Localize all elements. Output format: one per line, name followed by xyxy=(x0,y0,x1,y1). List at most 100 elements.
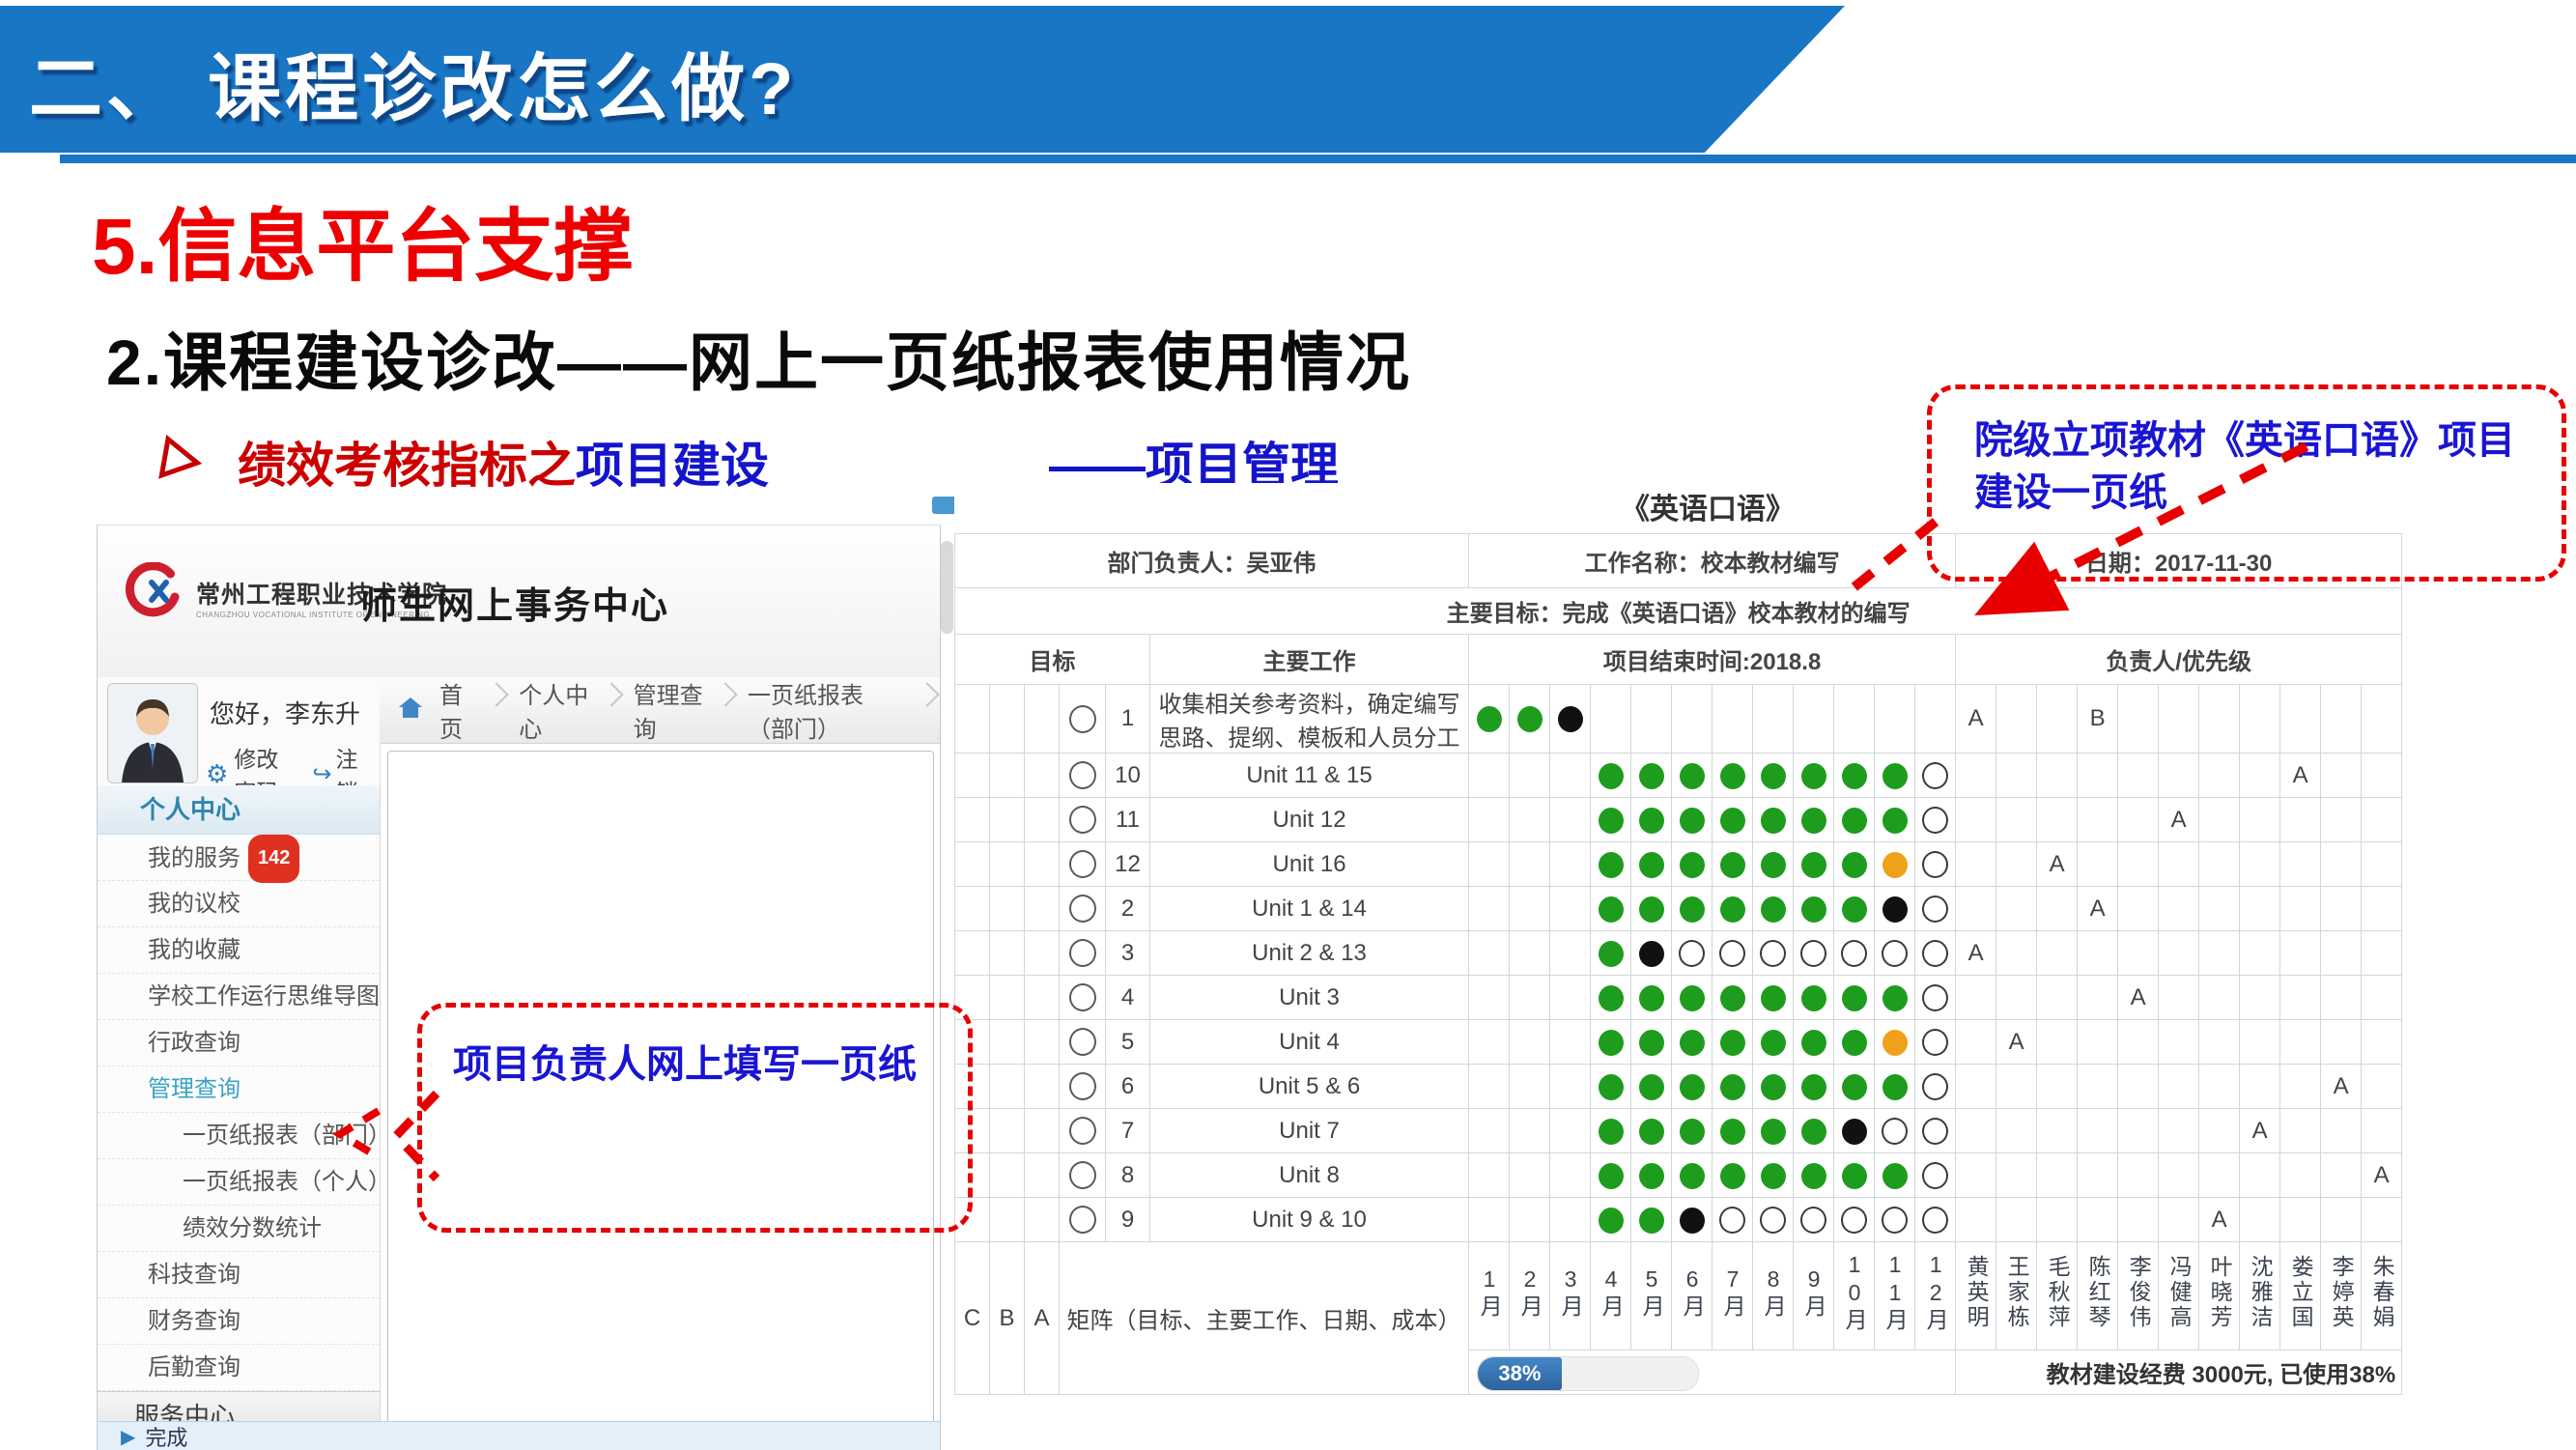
owner-cell-empty xyxy=(2321,685,2362,753)
target-circle-icon xyxy=(1069,705,1096,733)
progress-cell: 38% xyxy=(1469,1350,1956,1395)
dot-done-icon xyxy=(1753,1109,1794,1153)
month-cell xyxy=(1510,1198,1550,1242)
breadcrumb-item-3[interactable]: 一页纸报表（部门） xyxy=(738,676,919,744)
month-label: 6月 xyxy=(1672,1242,1713,1350)
sidebar-item-9[interactable]: 绩效分数统计 xyxy=(98,1206,380,1252)
dot-done-icon xyxy=(1591,887,1631,931)
owner-cell-empty xyxy=(2118,1020,2159,1065)
month-cell xyxy=(1469,1020,1510,1065)
dot-done-icon xyxy=(1591,1020,1631,1065)
month-label: 4月 xyxy=(1591,1242,1631,1350)
progress-fill: 38% xyxy=(1478,1357,1562,1390)
month-cell xyxy=(1469,887,1510,931)
owner-cell-empty xyxy=(2159,1198,2199,1242)
owner-cell-empty xyxy=(1956,976,1996,1020)
month-cell xyxy=(1550,1065,1591,1109)
report-title: 《英语口语》 xyxy=(1621,485,1795,527)
breadcrumb-item-2[interactable]: 管理查询 xyxy=(624,676,717,744)
dot-done-icon xyxy=(1672,1109,1713,1153)
person-name: 毛秋萍 xyxy=(2037,1242,2078,1350)
breadcrumb-item-1[interactable]: 个人中心 xyxy=(509,676,602,744)
target-b xyxy=(990,798,1025,842)
sidebar-item-7[interactable]: 一页纸报表（部门） xyxy=(98,1113,380,1159)
owner-cell-empty xyxy=(2078,753,2118,798)
target-circle-icon xyxy=(1069,1206,1096,1234)
sidebar-item-8[interactable]: 一页纸报表（个人） xyxy=(98,1159,380,1206)
dot-done-icon xyxy=(1591,798,1631,842)
owner-cell-empty xyxy=(2199,1109,2240,1153)
owner-cell-empty xyxy=(2321,1109,2362,1153)
dot-open-icon xyxy=(1753,931,1794,976)
month-label: 7月 xyxy=(1713,1242,1753,1350)
target-circle-icon xyxy=(1069,806,1096,834)
owner-cell-empty xyxy=(2159,1109,2199,1153)
owner-cell-empty xyxy=(2037,1020,2078,1065)
month-cell xyxy=(1834,685,1875,753)
slide-section-title: 二、 课程诊改怎么做? xyxy=(29,29,798,135)
owner-cell: 部门负责人：吴亚伟 xyxy=(955,534,1469,588)
dot-open-icon xyxy=(1915,1109,1956,1153)
month-cell xyxy=(1469,753,1510,798)
sidebar-item-1[interactable]: 我的服务142 xyxy=(98,835,380,881)
sidebar-item-4[interactable]: 学校工作运行思维导图 xyxy=(98,974,380,1020)
month-cell xyxy=(1469,931,1510,976)
target-circle-cell xyxy=(1060,887,1106,931)
sidebar-item-2[interactable]: 我的议校 xyxy=(98,881,380,927)
person-name: 朱春娟 xyxy=(2362,1242,2402,1350)
owner-cell-empty xyxy=(2280,685,2321,753)
target-circle-icon xyxy=(1069,1028,1096,1056)
owner-cell-empty xyxy=(2199,842,2240,887)
owner-cell-empty xyxy=(2118,931,2159,976)
dot-done-icon xyxy=(1794,753,1834,798)
sidebar-item-10[interactable]: 科技查询 xyxy=(98,1252,380,1298)
owner-cell-empty xyxy=(2199,798,2240,842)
month-label: 9月 xyxy=(1794,1242,1834,1350)
target-circle-cell xyxy=(1060,1198,1106,1242)
owner-cell-empty xyxy=(2362,1198,2402,1242)
owner-cell-empty xyxy=(2037,753,2078,798)
sidebar-item-12[interactable]: 后勤查询 xyxy=(98,1345,380,1391)
dot-done-icon xyxy=(1753,1065,1794,1109)
target-circle-cell xyxy=(1060,798,1106,842)
owner-cell-empty xyxy=(2321,1020,2362,1065)
task-number: 6 xyxy=(1106,1065,1150,1109)
target-b xyxy=(990,1153,1025,1198)
dot-open-icon xyxy=(1753,1198,1794,1242)
sidebar-item-11[interactable]: 财务查询 xyxy=(98,1298,380,1345)
sidebar-item-5[interactable]: 行政查询 xyxy=(98,1020,380,1066)
month-cell xyxy=(1469,798,1510,842)
task-number: 1 xyxy=(1106,685,1150,753)
dot-done-icon xyxy=(1591,1198,1631,1242)
month-cell xyxy=(1550,1020,1591,1065)
user-panel: 您好，李东升 ⚙ 修改密码 ↪ 注销 xyxy=(98,677,381,786)
month-cell xyxy=(1672,685,1713,753)
owner-cell-empty xyxy=(2280,931,2321,976)
month-cell xyxy=(1510,842,1550,887)
breadcrumb-item-0[interactable]: 首页 xyxy=(430,676,488,744)
dot-done-icon xyxy=(1631,976,1672,1020)
owner-cell-empty xyxy=(2159,753,2199,798)
sidebar-item-0[interactable]: 个人中心 xyxy=(98,785,380,835)
col-label-a: A xyxy=(1025,1242,1060,1395)
owner-cell-empty xyxy=(1996,1109,2037,1153)
owner-cell-empty xyxy=(2362,798,2402,842)
owner-cell-empty xyxy=(2280,887,2321,931)
month-cell xyxy=(1550,976,1591,1020)
owner-cell-empty xyxy=(2362,842,2402,887)
month-label: 3月 xyxy=(1550,1242,1591,1350)
owner-cell-empty xyxy=(1956,1153,1996,1198)
sidebar-item-6[interactable]: 管理查询 xyxy=(98,1066,380,1113)
owner-cell-empty xyxy=(2321,1153,2362,1198)
task-work: Unit 2 & 13 xyxy=(1150,931,1469,976)
owner-cell-empty xyxy=(2240,1153,2280,1198)
task-work: Unit 4 xyxy=(1150,1020,1469,1065)
sidebar-item-3[interactable]: 我的收藏 xyxy=(98,927,380,974)
month-label: 1月 xyxy=(1469,1242,1510,1350)
dot-done-icon xyxy=(1794,976,1834,1020)
dot-open-icon xyxy=(1794,931,1834,976)
owner-cell-empty xyxy=(2362,931,2402,976)
dot-done-icon xyxy=(1794,798,1834,842)
dot-open-icon xyxy=(1915,931,1956,976)
target-circle-icon xyxy=(1069,1117,1096,1145)
